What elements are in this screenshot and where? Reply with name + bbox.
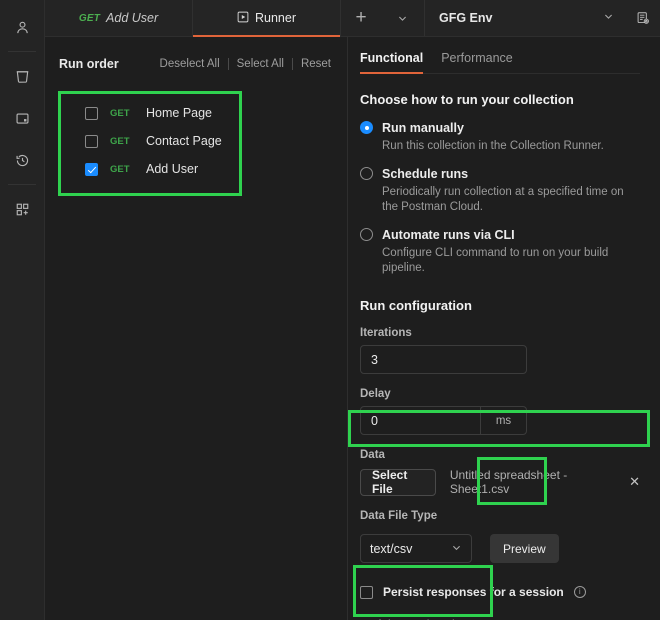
choose-run-heading: Choose how to run your collection: [360, 92, 640, 107]
persist-responses-label: Persist responses for a session: [383, 585, 564, 599]
rail-divider-2: [8, 184, 36, 185]
preview-button[interactable]: Preview: [490, 534, 559, 563]
run-config-panel: Functional Performance Choose how to run…: [348, 37, 660, 620]
runner-body: Run order Deselect All Select All Reset …: [45, 37, 660, 620]
apps-add-icon[interactable]: [0, 188, 45, 230]
run-manually-label: Run manually: [382, 121, 464, 135]
chevron-down-icon: [451, 542, 462, 556]
run-manually-desc: Run this collection in the Collection Ru…: [382, 139, 604, 154]
history-icon[interactable]: [0, 139, 45, 181]
run-mode-option-schedule[interactable]: Schedule runs Periodically run collectio…: [360, 165, 640, 215]
collections-icon[interactable]: [0, 55, 45, 97]
run-order-list: GET Home Page GET Contact Page GET Add U…: [57, 89, 335, 193]
run-order-title: Run order: [59, 57, 119, 71]
persist-responses-checkbox[interactable]: [360, 586, 373, 599]
iterations-input[interactable]: 3: [360, 345, 527, 374]
list-item[interactable]: GET Add User: [57, 155, 335, 183]
list-item[interactable]: GET Contact Page: [57, 127, 335, 155]
request-checkbox[interactable]: [85, 135, 98, 148]
left-icon-rail: [0, 0, 45, 620]
config-tabs: Functional Performance: [360, 51, 640, 74]
request-method: GET: [110, 108, 134, 119]
run-configuration-heading: Run configuration: [360, 298, 640, 313]
request-method: GET: [110, 136, 134, 147]
environment-name: GFG Env: [439, 11, 492, 25]
chevron-down-icon: [603, 11, 614, 25]
environment-selector[interactable]: GFG Env: [425, 0, 626, 36]
deselect-all-button[interactable]: Deselect All: [152, 58, 228, 70]
request-name: Contact Page: [146, 134, 222, 148]
delay-unit: ms: [480, 407, 526, 434]
reset-button[interactable]: Reset: [293, 58, 333, 70]
data-file-type-select[interactable]: text/csv: [360, 534, 472, 563]
data-file-type-row: text/csv Preview: [360, 534, 640, 563]
tab-method-label: GET: [79, 13, 100, 24]
clear-file-icon[interactable]: ✕: [629, 474, 640, 490]
tab-request-add-user[interactable]: GET Add User: [45, 0, 193, 36]
tab-functional[interactable]: Functional: [360, 51, 423, 73]
environment-quick-look-icon[interactable]: [626, 0, 660, 36]
run-order-panel: Run order Deselect All Select All Reset …: [45, 37, 348, 620]
tab-bar: GET Add User Runner + GFG Env: [45, 0, 660, 37]
request-checkbox[interactable]: [85, 163, 98, 176]
tab-request-title: Add User: [106, 11, 158, 25]
data-file-row: Select File Untitled spreadsheet - Sheet…: [360, 467, 640, 497]
data-label: Data: [360, 449, 640, 461]
selected-file-name: Untitled spreadsheet - Sheet1.csv: [450, 468, 607, 496]
environments-icon[interactable]: [0, 97, 45, 139]
request-name: Add User: [146, 162, 198, 176]
run-order-actions: Deselect All Select All Reset: [152, 58, 333, 70]
select-file-button[interactable]: Select File: [360, 469, 436, 496]
tabs-overflow-caret-icon[interactable]: [381, 0, 425, 36]
radio-run-manually[interactable]: [360, 121, 373, 134]
postman-collection-runner-window: GET Add User Runner + GFG Env: [0, 0, 660, 620]
info-icon[interactable]: i: [574, 586, 586, 598]
automate-cli-label: Automate runs via CLI: [382, 228, 515, 242]
play-box-icon: [237, 11, 249, 26]
tab-runner[interactable]: Runner: [193, 0, 341, 36]
main-area: GET Add User Runner + GFG Env: [45, 0, 660, 620]
profile-icon[interactable]: [0, 6, 45, 48]
delay-input[interactable]: 0 ms: [360, 406, 527, 435]
schedule-runs-label: Schedule runs: [382, 167, 468, 181]
request-checkbox[interactable]: [85, 107, 98, 120]
select-all-button[interactable]: Select All: [229, 58, 292, 70]
run-mode-option-manual[interactable]: Run manually Run this collection in the …: [360, 119, 640, 154]
request-method: GET: [110, 164, 134, 175]
radio-automate-cli[interactable]: [360, 228, 373, 241]
rail-divider: [8, 51, 36, 52]
radio-schedule-runs[interactable]: [360, 167, 373, 180]
schedule-runs-desc: Periodically run collection at a specifi…: [382, 185, 630, 215]
data-file-type-label: Data File Type: [360, 510, 640, 522]
request-name: Home Page: [146, 106, 212, 120]
list-item[interactable]: GET Home Page: [57, 99, 335, 127]
run-mode-option-cli[interactable]: Automate runs via CLI Configure CLI comm…: [360, 226, 640, 276]
iterations-label: Iterations: [360, 327, 640, 339]
automate-cli-desc: Configure CLI command to run on your bui…: [382, 246, 640, 276]
run-order-header: Run order Deselect All Select All Reset: [57, 53, 335, 75]
data-file-type-value: text/csv: [370, 542, 412, 556]
tab-performance[interactable]: Performance: [441, 51, 513, 73]
tab-runner-label: Runner: [255, 11, 296, 25]
persist-responses-row[interactable]: Persist responses for a session i: [360, 585, 640, 599]
delay-label: Delay: [360, 388, 640, 400]
delay-value[interactable]: 0: [361, 414, 480, 428]
new-tab-button[interactable]: +: [341, 0, 381, 36]
